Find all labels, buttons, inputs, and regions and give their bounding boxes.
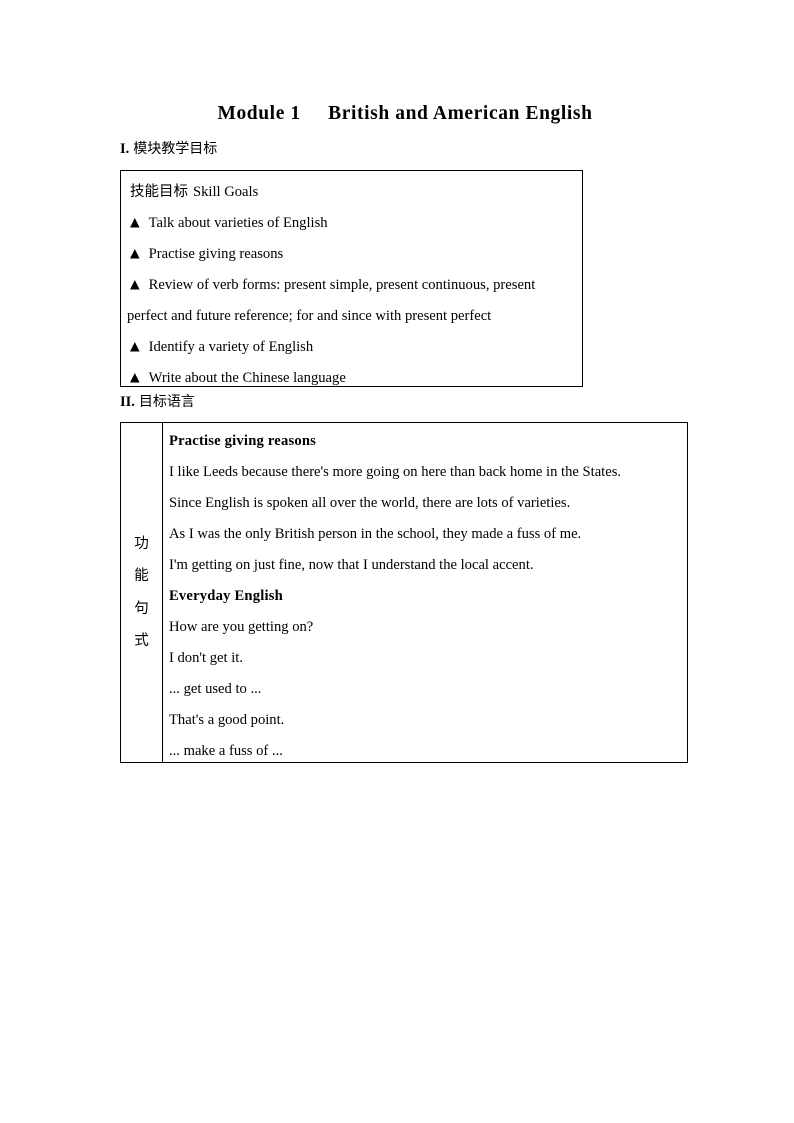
skill-goals-box: 技能目标 Skill Goals ▲ Talk about varieties of… [120, 170, 583, 387]
document-page: Module 1 British and American English I.… [0, 0, 794, 1123]
triangle-bullet-icon: ▲ [130, 214, 140, 229]
triangle-bullet-icon: ▲ [130, 276, 140, 291]
skill-goal-item-5: ▲ Write about the Chinese language [130, 369, 576, 386]
skill-goal-text-1: Talk about varieties of English [148, 215, 328, 231]
table-column-divider [162, 423, 163, 762]
section-numeral-1: I. [120, 141, 130, 157]
skill-goal-item-1: ▲ Talk about varieties of English [130, 214, 576, 231]
page-title: Module 1 British and American English [217, 103, 593, 124]
section-title-2: 目标语言 [138, 394, 195, 410]
skill-goal-continuation: perfect and future reference; for and si… [127, 308, 492, 324]
target-language-table: 功 能 句 式 Practise giving reasons I like L… [120, 422, 688, 763]
everyday-phrase-1: How are you getting on? [169, 619, 314, 635]
example-sentence-4: I'm getting on just fine, now that I und… [169, 557, 534, 573]
skill-goals-header-en: Skill Goals [193, 184, 259, 200]
row-label-char-1: 功 [134, 535, 149, 552]
everyday-phrase-3: ... get used to ... [169, 681, 262, 697]
row-label-char-4: 式 [134, 633, 149, 649]
skill-goal-text-5: Write about the Chinese language [148, 370, 346, 386]
example-sentence-3: As I was the only British person in the … [169, 526, 582, 542]
skill-goal-text-2: Practise giving reasons [148, 246, 284, 262]
row-label-char-2: 能 [134, 568, 149, 584]
skill-goals-header-cn: 技能目标 [130, 184, 188, 200]
skill-goals-header: 技能目标 Skill Goals [130, 185, 576, 200]
skill-goal-item-3: ▲ Review of verb forms: present simple, p… [130, 276, 576, 293]
example-sentence-1: I like Leeds because there's more going … [169, 464, 622, 480]
subheading-practise-giving-reasons: Practise giving reasons [169, 433, 317, 449]
row-label-vertical: 功 能 句 式 [121, 423, 162, 762]
skill-goal-item-4: ▲ Identify a variety of English [130, 338, 576, 355]
section-heading-2: II. 目标语言 [120, 391, 195, 411]
section-numeral-2: II. [120, 394, 135, 410]
triangle-bullet-icon: ▲ [130, 369, 140, 384]
row-label-char-3: 句 [134, 600, 149, 617]
everyday-phrase-4: That's a good point. [169, 712, 285, 728]
everyday-phrase-2: I don't get it. [169, 650, 243, 666]
subheading-everyday-english: Everyday English [169, 588, 283, 604]
section-heading-1: I. 模块教学目标 [120, 138, 217, 158]
triangle-bullet-icon: ▲ [130, 245, 140, 260]
skill-goal-item-2: ▲ Practise giving reasons [130, 245, 576, 262]
skill-goal-text-3: Review of verb forms: present simple, pr… [148, 277, 536, 293]
triangle-bullet-icon: ▲ [130, 338, 140, 353]
everyday-phrase-5: ... make a fuss of ... [169, 743, 283, 759]
example-sentence-2: Since English is spoken all over the wor… [169, 495, 571, 511]
skill-goal-text-4: Identify a variety of English [148, 339, 314, 355]
section-title-1: 模块教学目标 [133, 141, 218, 157]
target-language-content: Practise giving reasons I like Leeds bec… [169, 423, 683, 762]
